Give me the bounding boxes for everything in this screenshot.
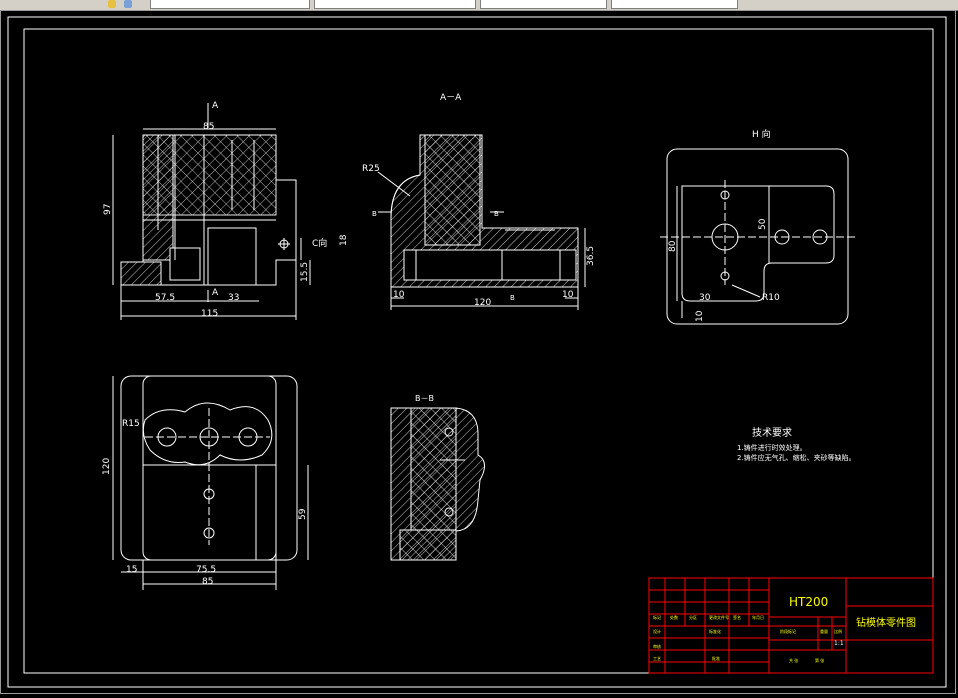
dim-18: 18 — [339, 234, 349, 246]
scale-label: 1:1 — [834, 640, 844, 647]
dim-36-5: 36.5 — [586, 246, 596, 266]
dim-85-front: 85 — [203, 122, 214, 132]
tech-line-1: 1.铸件进行时效处理。 — [737, 443, 807, 452]
section-bb — [390, 407, 485, 561]
view-h-labels: H 向 80 50 30 10 R10 — [668, 128, 780, 322]
linetype-dropdown[interactable] — [314, 0, 476, 9]
section-aa-title: A－A — [440, 93, 462, 103]
layer-dropdown[interactable] — [150, 0, 310, 9]
dim-10-left: 10 — [393, 290, 405, 300]
lineweight-dropdown[interactable] — [480, 0, 607, 9]
tb-cell-9: 阶段标记 — [780, 628, 796, 634]
tech-line-2: 2.铸件应无气孔、缩松、夹砂等缺陷。 — [737, 453, 856, 462]
top-view — [112, 375, 309, 590]
tb-cell-16: 第 张 — [815, 657, 824, 663]
view-h-title: H 向 — [752, 128, 771, 140]
top-view-labels: R15 120 59 15 75.5 85 — [102, 419, 308, 587]
dim-57-5: 57.5 — [155, 293, 175, 303]
view-h — [660, 148, 858, 325]
tb-cell-5: 签名 — [733, 614, 741, 620]
dim-120: 120 — [474, 298, 491, 308]
r25-label: R25 — [362, 164, 380, 174]
tb-cell-3: 分区 — [689, 614, 697, 620]
inner-border — [23, 28, 934, 674]
tech-heading: 技术要求 — [752, 426, 792, 439]
dim-59: 59 — [298, 508, 308, 520]
tb-cell-1: 标记 — [653, 614, 661, 620]
dim-120-top: 120 — [102, 458, 112, 475]
layer-sun-icon[interactable] — [124, 0, 132, 8]
mark-a-bottom: A — [212, 288, 219, 298]
tb-cell-11: 比例 — [834, 628, 842, 634]
plotstyle-dropdown[interactable] — [611, 0, 738, 9]
drawing-canvas[interactable]: A 85 97 57.5 33 A 115 18 15.5 C向 A－A R25… — [0, 10, 958, 698]
dim-10-h: 10 — [695, 310, 705, 322]
dim-97: 97 — [103, 204, 113, 215]
tb-cell-10: 重量 — [820, 628, 828, 634]
section-aa — [377, 134, 586, 310]
dim-10-right: 10 — [562, 290, 574, 300]
tb-cell-6: 年月日 — [752, 614, 764, 620]
dim-15: 15 — [126, 565, 137, 575]
c-dir-label: C向 — [312, 237, 327, 249]
title-block-text: HT200 钻模体零件图 1:1 — [789, 595, 916, 647]
outer-border — [7, 16, 947, 688]
layer-bulb-icon[interactable] — [108, 0, 116, 8]
material-label: HT200 — [789, 595, 828, 609]
tb-cell-8: 标准化 — [709, 628, 721, 634]
tb-cell-12: 审核 — [653, 643, 661, 649]
section-bb-title: B－B — [415, 394, 434, 403]
mark-a-top: A — [212, 101, 219, 111]
r10-label: R10 — [762, 293, 780, 303]
dim-85-top: 85 — [202, 577, 213, 587]
dim-75-5: 75.5 — [196, 565, 216, 575]
mark-b-left: B — [372, 210, 377, 218]
tb-cell-14: 批准 — [712, 655, 720, 661]
dim-33: 33 — [228, 293, 239, 303]
tb-cell-2: 处数 — [670, 614, 678, 620]
mark-b-right: B — [494, 210, 499, 218]
mark-b-bottom: B — [510, 294, 515, 302]
drawing-name: 钻模体零件图 — [856, 616, 916, 629]
dim-80: 80 — [668, 240, 678, 252]
r15-label: R15 — [122, 419, 140, 429]
tb-cell-7: 设计 — [653, 628, 661, 634]
tb-cell-13: 工艺 — [653, 656, 661, 661]
dim-15-5: 15.5 — [300, 262, 310, 282]
dim-30: 30 — [699, 293, 711, 303]
tb-cell-15: 共 张 — [789, 657, 798, 663]
dim-50: 50 — [758, 218, 768, 230]
dim-115: 115 — [201, 309, 218, 319]
tb-cell-4: 更改文件号 — [709, 614, 729, 620]
